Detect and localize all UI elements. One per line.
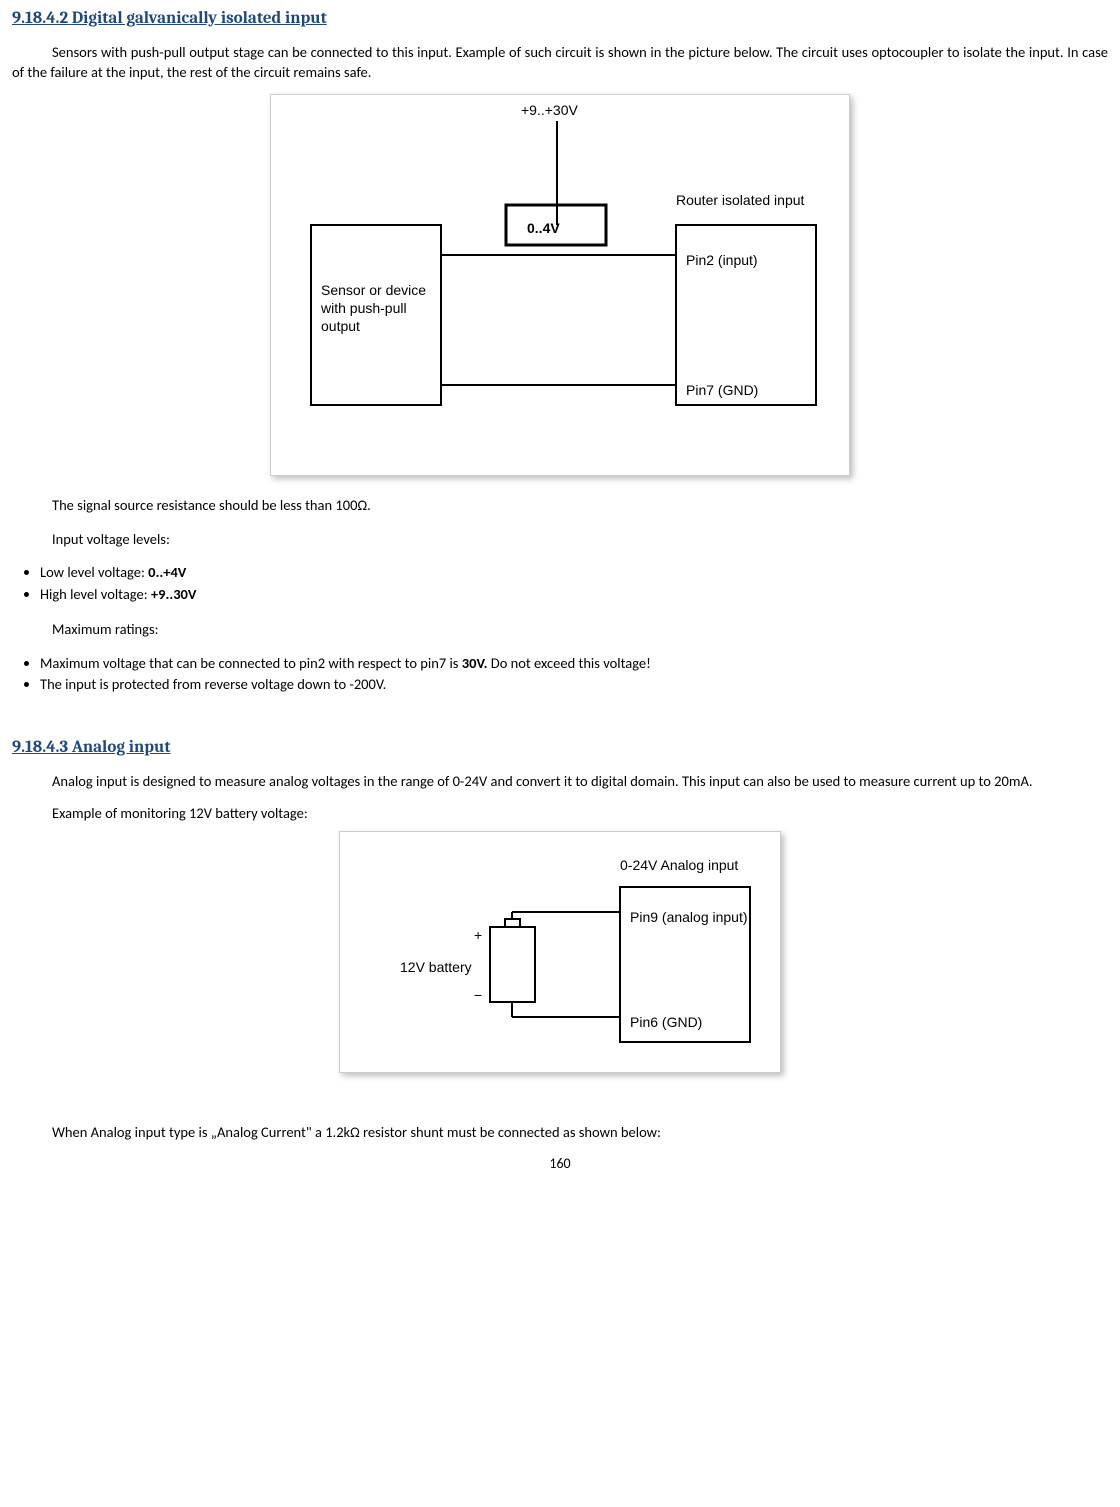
label-sensor-line2: with push-pull	[320, 300, 407, 316]
input-voltage-levels-label: Input voltage levels:	[52, 530, 1108, 550]
max-ratings-list: Maximum voltage that can be connected to…	[12, 654, 1108, 695]
low-level-label: Low level voltage:	[40, 563, 148, 581]
label-pin7: Pin7 (GND)	[686, 382, 758, 398]
section-number: 9.18.4.2	[12, 9, 68, 28]
diagram-analog-input: 0-24V Analog input Pin9 (analog input) P…	[340, 832, 780, 1072]
figure-analog-input: 0-24V Analog input Pin9 (analog input) P…	[12, 831, 1108, 1073]
section-number: 9.18.4.3	[12, 738, 68, 757]
label-sensor-line3: output	[321, 318, 360, 334]
list-item: Low level voltage: 0..+4V	[40, 563, 1108, 583]
diagram-isolated-input: +9..+30V Sensor or device with push-pull…	[271, 95, 849, 475]
high-level-label: High level voltage:	[40, 585, 151, 603]
label-analog-title: 0-24V Analog input	[620, 857, 738, 873]
label-router-title: Router isolated input	[676, 192, 805, 208]
label-pin6: Pin6 (GND)	[630, 1014, 702, 1030]
plus-icon: +	[474, 927, 482, 943]
label-supply-voltage: +9..+30V	[521, 102, 578, 118]
analog-para-3: When Analog input type is „Analog Curren…	[12, 1123, 1108, 1143]
analog-para-1: Analog input is designed to measure anal…	[12, 772, 1108, 792]
high-level-value: +9..30V	[151, 585, 197, 603]
label-battery: 12V battery	[400, 959, 472, 975]
signal-source-note: The signal source resistance should be l…	[52, 496, 1108, 516]
max-voltage-bold: 30V.	[462, 654, 488, 672]
label-pin9: Pin9 (analog input)	[630, 909, 748, 925]
low-level-value: 0..+4V	[148, 563, 186, 581]
intro-paragraph-1: Sensors with push-pull output stage can …	[12, 43, 1108, 82]
section-title: Digital galvanically isolated input	[72, 9, 327, 28]
max-voltage-post: Do not exceed this voltage!	[488, 654, 651, 672]
max-voltage-pre: Maximum voltage that can be connected to…	[40, 654, 462, 672]
section-title: Analog input	[72, 738, 171, 757]
reverse-voltage-note: The input is protected from reverse volt…	[40, 675, 386, 693]
list-item: High level voltage: +9..30V	[40, 585, 1108, 605]
minus-icon: −	[474, 987, 482, 1003]
section-heading-digital-input: 9.18.4.2 Digital galvanically isolated i…	[12, 8, 1108, 31]
label-signal-level: 0..4V	[527, 220, 560, 236]
figure-isolated-input: +9..+30V Sensor or device with push-pull…	[12, 94, 1108, 476]
page-number: 160	[12, 1155, 1108, 1174]
max-ratings-label: Maximum ratings:	[52, 620, 1108, 640]
voltage-levels-list: Low level voltage: 0..+4V High level vol…	[12, 563, 1108, 604]
list-item: Maximum voltage that can be connected to…	[40, 654, 1108, 674]
section-heading-analog-input: 9.18.4.3 Analog input	[12, 737, 1108, 760]
list-item: The input is protected from reverse volt…	[40, 675, 1108, 695]
label-pin2: Pin2 (input)	[686, 252, 758, 268]
analog-para-2: Example of monitoring 12V battery voltag…	[12, 804, 1108, 824]
label-sensor-line1: Sensor or device	[321, 282, 426, 298]
